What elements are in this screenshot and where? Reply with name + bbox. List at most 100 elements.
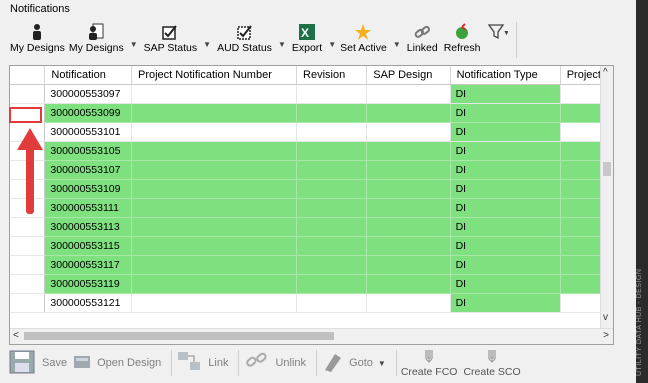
row-header[interactable] [10, 236, 46, 256]
table-row[interactable]: 300000553115 DI [10, 236, 613, 256]
cell-revision[interactable] [296, 198, 368, 218]
cell-sap-design[interactable] [366, 255, 451, 275]
my-designs-button-1[interactable]: My Designs [10, 22, 65, 54]
cell-sap-design[interactable] [366, 84, 451, 104]
chevron-down-icon[interactable]: ▼ [378, 359, 386, 368]
create-sco-button[interactable]: Create SCO [463, 349, 521, 378]
aud-status-button[interactable]: AUD Status [217, 22, 272, 54]
cell-notification[interactable]: 300000553119 [44, 274, 132, 294]
cell-project-notification-number[interactable] [131, 217, 298, 237]
cell-revision[interactable] [296, 293, 368, 313]
set-active-button[interactable]: Set Active [340, 22, 387, 54]
create-fco-button[interactable]: Create FCO [401, 349, 457, 378]
table-row[interactable]: 300000553097 DI [10, 84, 613, 104]
chevron-down-icon[interactable]: ▼ [278, 40, 286, 49]
cell-notification-type[interactable]: DI [450, 84, 561, 104]
cell-project-notification-number[interactable] [131, 179, 298, 199]
cell-notification-type[interactable]: DI [450, 293, 561, 313]
table-row[interactable]: 300000553117 DI [10, 255, 613, 275]
cell-notification[interactable]: 300000553101 [44, 122, 132, 142]
scroll-right-icon[interactable]: > [603, 330, 609, 341]
column-header-notification[interactable]: Notification [44, 66, 132, 85]
cell-revision[interactable] [296, 103, 368, 123]
cell-project-notification-number[interactable] [131, 141, 298, 161]
filter-button[interactable]: ▼ [488, 22, 508, 42]
horizontal-scroll-thumb[interactable] [24, 332, 334, 340]
table-row[interactable]: 300000553107 DI [10, 160, 613, 180]
my-designs-button-2[interactable]: My Designs [69, 22, 124, 54]
cell-project-notification-number[interactable] [131, 293, 298, 313]
cell-sap-design[interactable] [366, 236, 451, 256]
refresh-button[interactable]: Refresh [444, 22, 480, 54]
cell-notification[interactable]: 300000553115 [44, 236, 132, 256]
cell-notification[interactable]: 300000553121 [44, 293, 132, 313]
cell-revision[interactable] [296, 160, 368, 180]
cell-sap-design[interactable] [366, 198, 451, 218]
row-header[interactable] [10, 84, 46, 104]
cell-notification[interactable]: 300000553109 [44, 179, 132, 199]
cell-notification-type[interactable]: DI [450, 122, 561, 142]
cell-notification-type[interactable]: DI [450, 141, 561, 161]
cell-revision[interactable] [296, 141, 368, 161]
cell-notification-type[interactable]: DI [450, 255, 561, 275]
vertical-scrollbar[interactable]: ^ v [600, 66, 613, 328]
horizontal-scrollbar[interactable]: < > [10, 328, 613, 344]
cell-revision[interactable] [296, 236, 368, 256]
scroll-down-icon[interactable]: v [603, 312, 608, 323]
cell-notification[interactable]: 300000553097 [44, 84, 132, 104]
link-button[interactable]: Link [176, 350, 228, 377]
cell-sap-design[interactable] [366, 179, 451, 199]
cell-notification-type[interactable]: DI [450, 236, 561, 256]
cell-notification-type[interactable]: DI [450, 198, 561, 218]
cell-revision[interactable] [296, 217, 368, 237]
open-design-button[interactable]: Open Design [73, 353, 161, 374]
cell-project-notification-number[interactable] [131, 122, 298, 142]
cell-notification[interactable]: 300000553107 [44, 160, 132, 180]
column-header-notification-type[interactable]: Notification Type [450, 66, 561, 85]
cell-notification[interactable]: 300000553111 [44, 198, 132, 218]
cell-notification-type[interactable]: DI [450, 179, 561, 199]
cell-sap-design[interactable] [366, 274, 451, 294]
row-header[interactable] [10, 293, 46, 313]
cell-sap-design[interactable] [366, 160, 451, 180]
notifications-grid[interactable]: Notification Project Notification Number… [9, 65, 614, 345]
cell-project-notification-number[interactable] [131, 255, 298, 275]
goto-button[interactable]: Goto ▼ [321, 350, 386, 377]
cell-notification-type[interactable]: DI [450, 103, 561, 123]
chevron-down-icon[interactable]: ▼ [328, 40, 336, 49]
cell-revision[interactable] [296, 255, 368, 275]
cell-notification-type[interactable]: DI [450, 217, 561, 237]
cell-project-notification-number[interactable] [131, 236, 298, 256]
cell-sap-design[interactable] [366, 217, 451, 237]
cell-revision[interactable] [296, 122, 368, 142]
sap-status-button[interactable]: SAP Status [144, 22, 197, 54]
cell-project-notification-number[interactable] [131, 103, 298, 123]
cell-notification[interactable]: 300000553113 [44, 217, 132, 237]
export-button[interactable]: X Export [292, 22, 322, 54]
unlink-button[interactable]: Unlink [243, 349, 306, 378]
chevron-down-icon[interactable]: ▼ [393, 40, 401, 49]
save-button[interactable]: Save [8, 349, 67, 378]
column-header-sap-design[interactable]: SAP Design [366, 66, 451, 85]
cell-revision[interactable] [296, 84, 368, 104]
table-row[interactable]: 300000553119 DI [10, 274, 613, 294]
scroll-up-icon[interactable]: ^ [603, 67, 608, 78]
cell-project-notification-number[interactable] [131, 198, 298, 218]
cell-sap-design[interactable] [366, 103, 451, 123]
cell-notification[interactable]: 300000553105 [44, 141, 132, 161]
cell-revision[interactable] [296, 179, 368, 199]
cell-notification-type[interactable]: DI [450, 160, 561, 180]
column-header-revision[interactable]: Revision [296, 66, 368, 85]
vertical-scroll-thumb[interactable] [603, 162, 611, 176]
cell-sap-design[interactable] [366, 141, 451, 161]
scroll-left-icon[interactable]: < [13, 330, 19, 341]
row-header[interactable] [10, 217, 46, 237]
cell-notification[interactable]: 300000553117 [44, 255, 132, 275]
cell-project-notification-number[interactable] [131, 160, 298, 180]
row-header[interactable] [10, 255, 46, 275]
cell-notification-type[interactable]: DI [450, 274, 561, 294]
table-row[interactable]: 300000553101 DI [10, 122, 613, 142]
table-row[interactable]: 300000553109 DI [10, 179, 613, 199]
table-row[interactable]: 300000553121 DI [10, 293, 613, 313]
cell-project-notification-number[interactable] [131, 274, 298, 294]
